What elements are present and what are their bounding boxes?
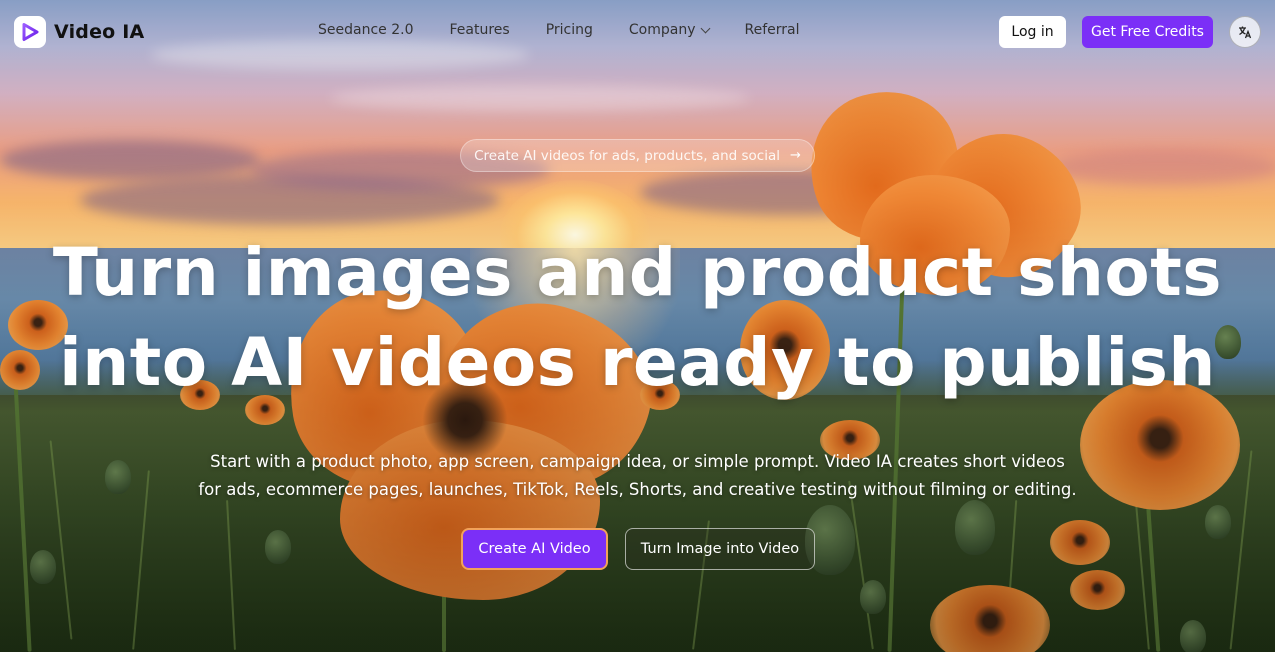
nav-link-features[interactable]: Features — [449, 22, 509, 38]
nav-link-referral[interactable]: Referral — [745, 22, 800, 38]
brand-name: Video IA — [54, 21, 145, 43]
create-ai-video-button[interactable]: Create AI Video — [461, 528, 608, 570]
nav-link-label: Pricing — [545, 22, 593, 38]
nav-link-label: Features — [449, 22, 510, 38]
nav-link-company[interactable]: Company — [628, 22, 710, 38]
nav-links: Seedance 2.0 Features Pricing Company Re… — [318, 22, 836, 38]
hero-headline: Turn images and product shots into AI vi… — [0, 228, 1275, 408]
headline-line: Turn images and product shots — [52, 234, 1223, 311]
login-button[interactable]: Log in — [999, 16, 1066, 48]
nav-link-pricing[interactable]: Pricing — [546, 22, 593, 38]
nav-link-label: Referral — [744, 22, 800, 38]
turn-image-into-video-button[interactable]: Turn Image into Video — [625, 528, 815, 570]
nav-link-label: Seedance 2.0 — [318, 22, 414, 38]
language-switcher[interactable] — [1229, 16, 1261, 48]
arrow-right-icon: → — [789, 148, 801, 163]
top-nav: Video IA Seedance 2.0 Features Pricing C… — [0, 0, 1275, 64]
subtitle-line: Start with a product photo, app screen, … — [210, 452, 1065, 471]
nav-link-label: Company — [628, 22, 696, 38]
chevron-down-icon — [700, 23, 710, 34]
get-free-credits-button[interactable]: Get Free Credits — [1082, 16, 1213, 48]
announcement-text: Create AI videos for ads, products, and … — [474, 147, 780, 164]
play-triangle-icon — [14, 16, 46, 48]
brand-logo[interactable]: Video IA — [14, 16, 144, 48]
translate-icon — [1239, 26, 1252, 39]
announcement-pill[interactable]: Create AI videos for ads, products, and … — [460, 139, 815, 172]
nav-link-seedance[interactable]: Seedance 2.0 — [318, 22, 413, 38]
subtitle-line: for ads, ecommerce pages, launches, TikT… — [198, 480, 1077, 499]
headline-line: into AI videos ready to publish — [59, 324, 1216, 401]
hero-subtitle: Start with a product photo, app screen, … — [0, 448, 1275, 504]
